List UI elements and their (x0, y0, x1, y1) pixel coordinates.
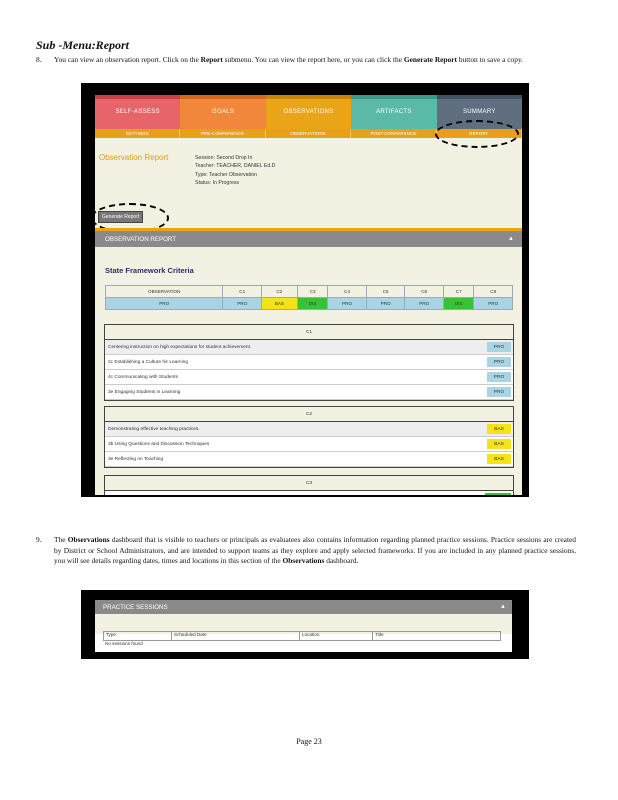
step-number: 8. (36, 55, 42, 64)
observation-report-screenshot: SELF-ASSESS GOALS OBSERVATIONS ARTIFACTS SUM… (81, 83, 529, 497)
collapse-icon[interactable]: ▲ (500, 604, 506, 610)
criterion-rating: BAS (487, 439, 511, 449)
step-text: You can view an observation report. Clic… (54, 55, 524, 64)
tab-accent-bar (180, 95, 266, 99)
criterion-row: 2c Establishing a Culture for Learning PR… (105, 355, 513, 370)
practice-sessions-screenshot: PRACTICE SESSIONS ▲ Type Scheduled Date … (81, 590, 529, 659)
criterion-rating: BAS (487, 424, 511, 434)
criterion-row: 3e Engaging Students in Learning PRO (105, 385, 513, 400)
criterion-text: 4c Communicating with Students (108, 374, 178, 380)
tab-self-assess[interactable]: SELF-ASSESS (95, 95, 181, 129)
observation-status: Status: In Progress (195, 180, 240, 187)
criteria-value-cell: PRO (404, 297, 444, 310)
criterion-text: 3b Using Questions and Discussion Techni… (108, 441, 210, 447)
criteria-header-cell: C8 (473, 285, 513, 298)
session-details: Session: Second Drop In Teacher: TEACHER… (195, 154, 275, 188)
step-text: The Observations dashboard that is visib… (54, 535, 576, 565)
page-number: Page 23 (296, 737, 322, 746)
criterion-row: 3b Using Questions and Discussion Techni… (105, 437, 513, 452)
tab-label: SELF-ASSESS (115, 109, 160, 115)
tab-accent-bar (95, 95, 181, 99)
empty-message: No sessions found (105, 641, 143, 646)
observation-report-title: Observation Report (99, 153, 169, 162)
observation-report-section-header[interactable]: OBSERVATION REPORT ▲ (95, 231, 522, 247)
practice-table-header: Type Scheduled Date Location Title (103, 631, 501, 641)
criterion-text: Demonstrating effective teaching practic… (108, 426, 200, 432)
criterion-c3-value (485, 493, 511, 495)
criterion-text: 3e Engaging Students in Learning (108, 389, 181, 395)
subtab-post-conference[interactable]: POST-CONFERENCE (351, 129, 437, 138)
criteria-value-cell: PRO (327, 297, 367, 310)
criteria-header-cell: C3 (296, 285, 329, 298)
report-highlight (435, 120, 519, 148)
session-name: Session: Second Drop In (195, 155, 253, 161)
tab-accent-bar (436, 95, 522, 99)
criterion-row: 4c Communicating with Students PRO (105, 370, 513, 385)
criteria-table: OBSERVATION C1 C2 C3 C4 C5 C6 C7 C8 PRO PRO BAS DIS… (104, 285, 513, 310)
criterion-header: C3 (105, 476, 513, 491)
criterion-row: 3e Reflecting on Teaching BAS (105, 452, 513, 467)
criteria-header-cell: OBSERVATION (104, 285, 224, 298)
col-location: Location (300, 632, 373, 640)
criterion-rating: PRO (487, 372, 511, 382)
tab-label: SUMMARY (462, 109, 496, 115)
criterion-row: Demonstrating effective teaching practic… (105, 422, 513, 437)
criterion-header: C2 (105, 407, 513, 422)
collapse-icon[interactable]: ▲ (508, 236, 514, 242)
tab-label: GOALS (212, 109, 235, 115)
criteria-value-cell: PRO (365, 297, 406, 310)
criteria-value-cell: DIS (296, 297, 329, 310)
criteria-header-cell: C2 (261, 285, 298, 298)
subtab-pre-conference[interactable]: PRE-CONFERENCE (180, 129, 266, 138)
step-number: 9. (36, 535, 42, 544)
criterion-text: 2c Establishing a Culture for Learning (108, 359, 188, 365)
criteria-header-cell: C7 (442, 285, 475, 298)
teacher-name: Teacher: TEACHER, DANIEL Ed.D (195, 163, 276, 170)
tab-goals[interactable]: GOALS (180, 95, 266, 129)
tab-observations[interactable]: OBSERVATIONS (265, 95, 352, 129)
tab-accent-bar (351, 95, 437, 99)
criteria-header-cell: C5 (365, 285, 406, 298)
subtab-settings[interactable]: SETTINGS (95, 129, 181, 138)
tab-accent-bar (265, 95, 352, 99)
criterion-header: C1 (105, 325, 513, 340)
col-title: Title (375, 632, 384, 637)
criteria-header-cell: C1 (222, 285, 262, 298)
criterion-rating: PRO (487, 342, 511, 352)
col-date: Scheduled Date (172, 632, 300, 640)
criterion-text: Centering instruction on high expectatio… (108, 344, 252, 350)
criteria-value-cell: DIS (442, 297, 475, 310)
criteria-value-cell: BAS (261, 297, 298, 310)
col-type: Type (104, 632, 172, 640)
tab-artifacts[interactable]: ARTIFACTS (351, 95, 437, 129)
criterion-rating: BAS (487, 454, 511, 464)
practice-sessions-header[interactable]: PRACTICE SESSIONS ▲ (95, 600, 512, 614)
criteria-value-cell: PRO (473, 297, 513, 310)
criterion-text: 3e Reflecting on Teaching (108, 456, 164, 462)
sub-menu-heading: Sub -Menu:Report (36, 38, 130, 52)
criteria-header-cell: C6 (404, 285, 444, 298)
criterion-rating: PRO (487, 387, 511, 397)
section-title: OBSERVATION REPORT (105, 235, 177, 243)
criteria-value-cell: PRO (104, 297, 224, 310)
practice-sessions-title: PRACTICE SESSIONS (103, 603, 168, 611)
tab-label: OBSERVATIONS (283, 109, 334, 115)
criterion-rating: PRO (487, 357, 511, 367)
observation-type: Type: Teacher Observation (195, 171, 257, 178)
subtab-observations[interactable]: OBSERVATIONS (266, 129, 352, 138)
framework-criteria-title: State Framework Criteria (105, 266, 194, 275)
criterion-c3-box: C3 (104, 475, 514, 495)
criterion-c2-box: C2 Demonstrating effective teaching pract… (104, 406, 514, 468)
criterion-c1-box: C1 Centering instruction on high expectat… (104, 324, 514, 401)
tab-label: ARTIFACTS (376, 109, 412, 115)
criteria-header-cell: C4 (327, 285, 367, 298)
criteria-value-cell: PRO (222, 297, 262, 310)
criterion-row: Centering instruction on high expectatio… (105, 340, 513, 355)
